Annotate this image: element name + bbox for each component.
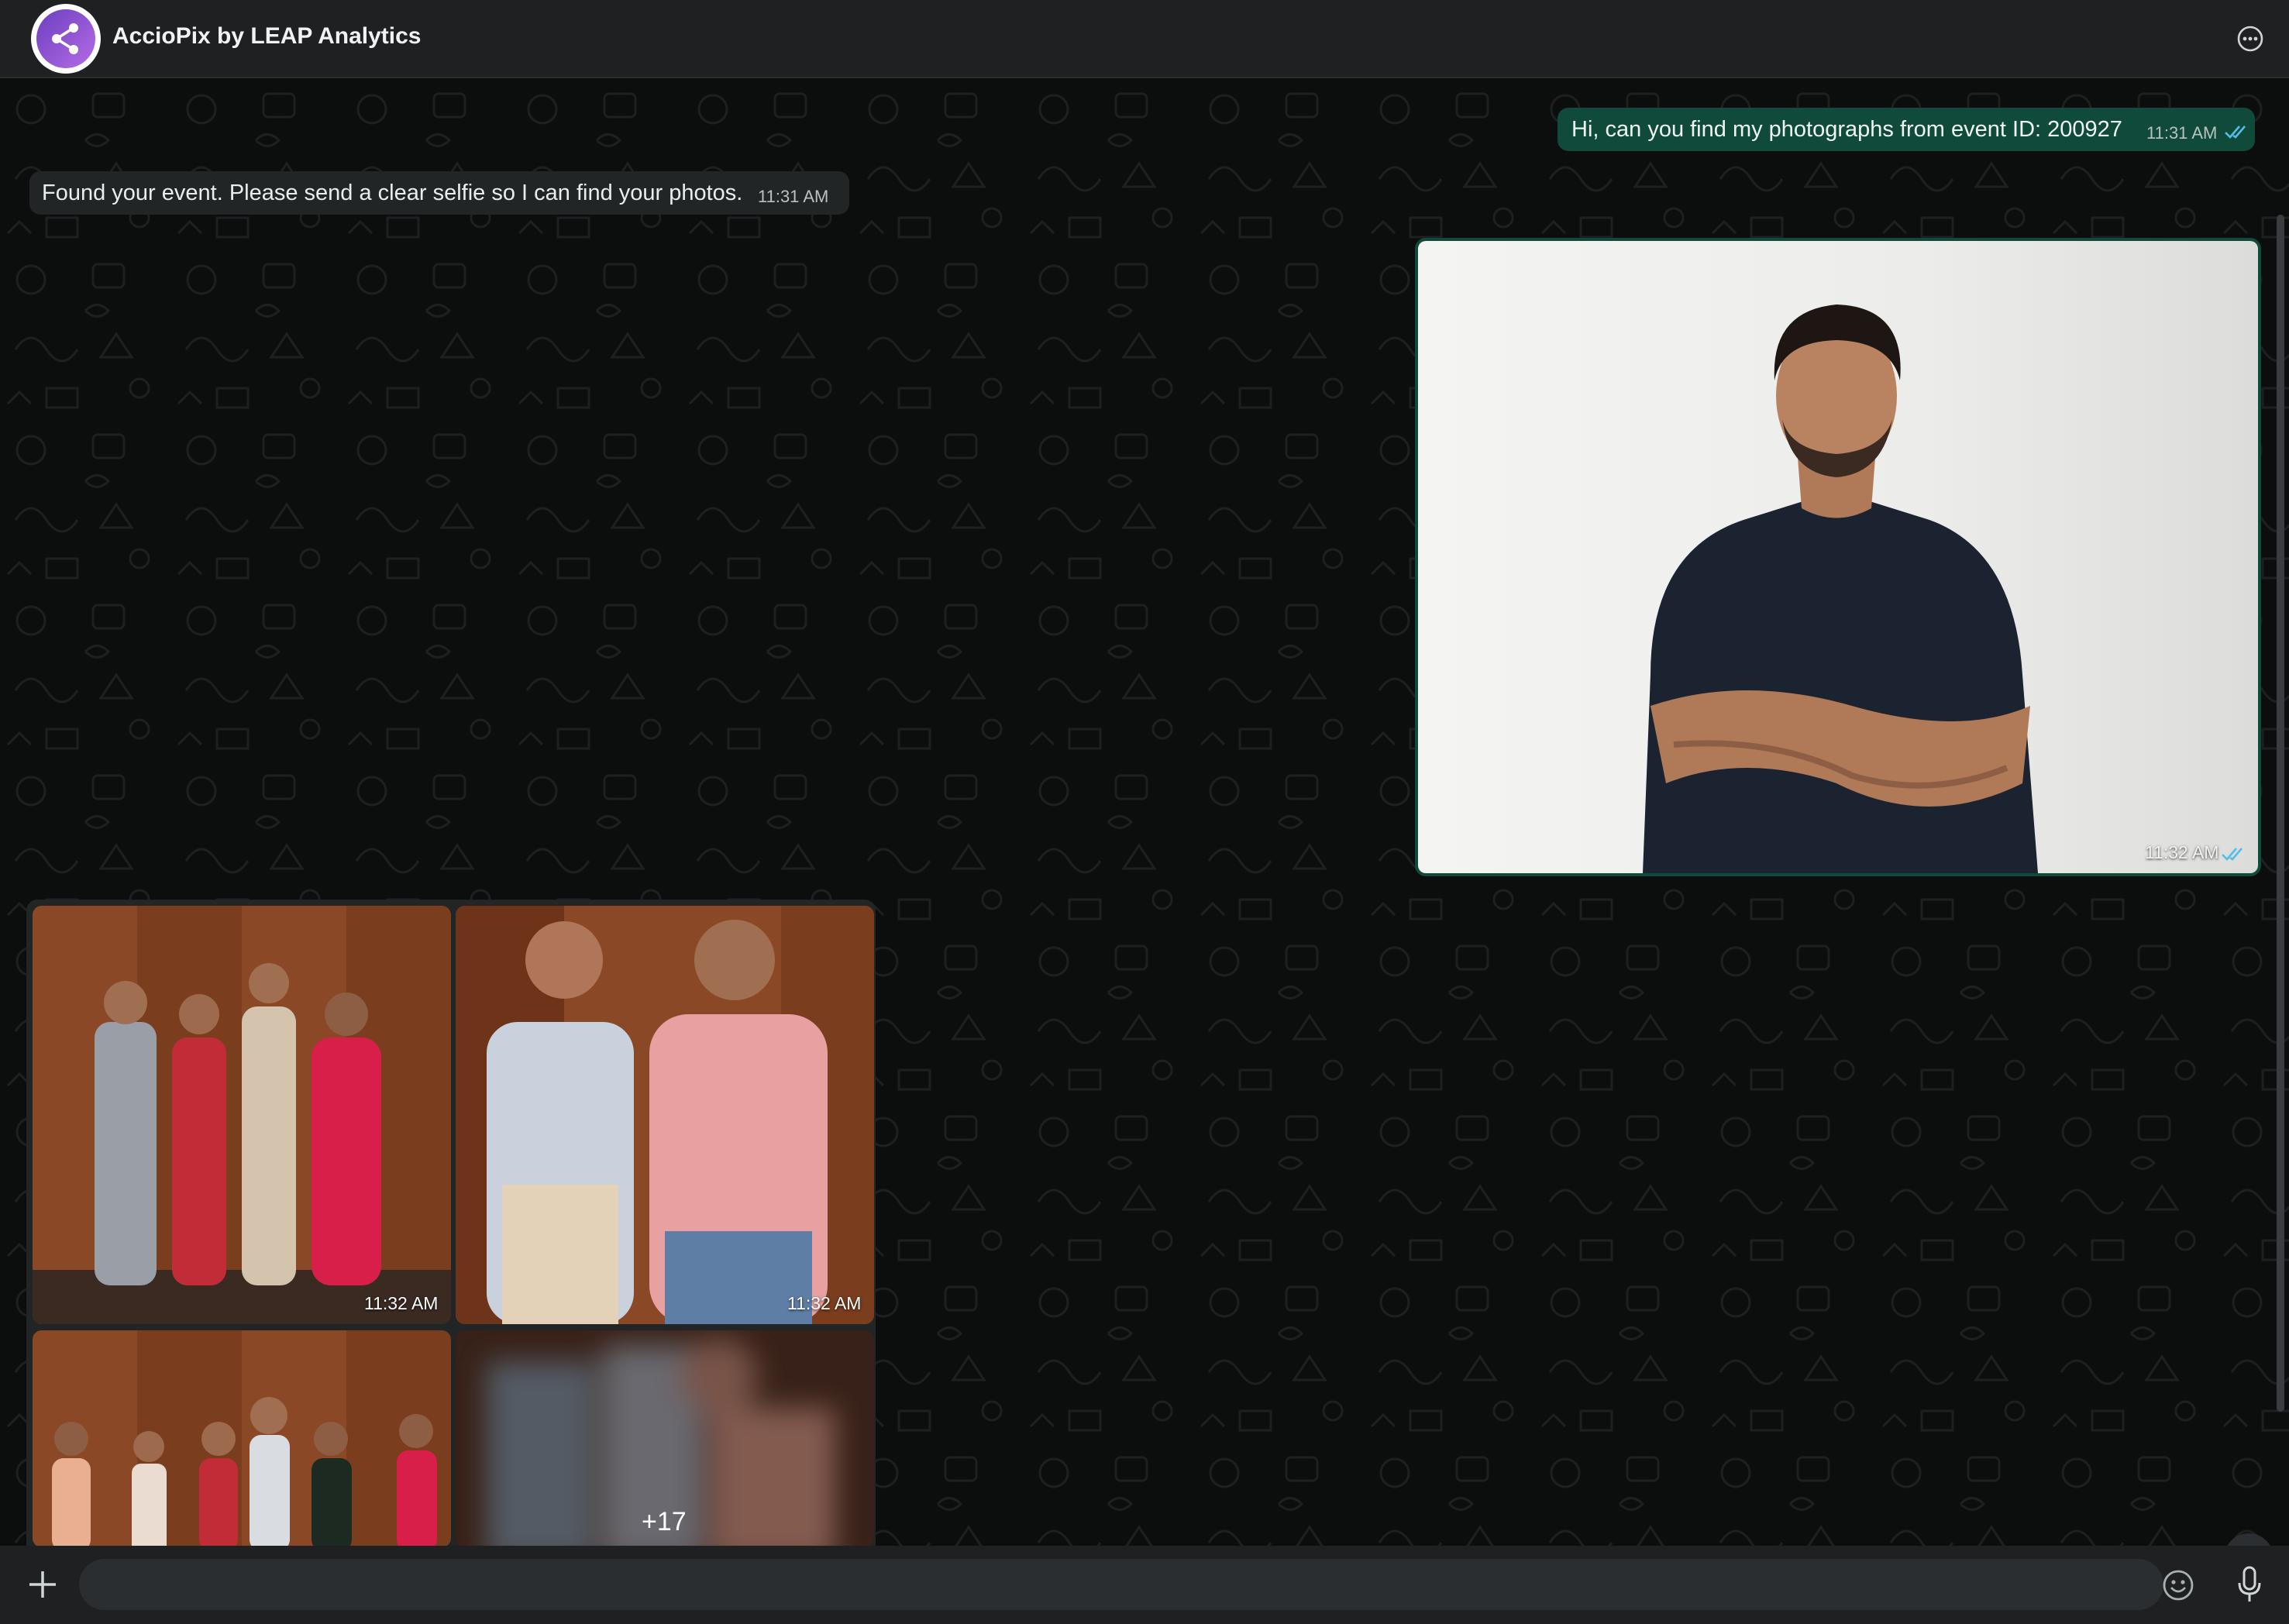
composer-bar	[0, 1546, 2289, 1624]
plus-icon[interactable]	[23, 1565, 62, 1604]
chat-title[interactable]: AccioPix by LEAP Analytics	[112, 23, 421, 50]
message-text: Hi, can you find my photographs from eve…	[1571, 117, 2122, 142]
read-ticks-icon	[2222, 848, 2243, 861]
album-more-photos[interactable]: +17	[456, 1330, 874, 1546]
duo-photo-image	[456, 906, 874, 1324]
family-photo-image	[33, 1330, 451, 1546]
photo-album-message[interactable]: 11:32 AM 11:32 AM +17	[26, 900, 876, 1546]
more-photos-count: +17	[642, 1507, 687, 1536]
more-options-icon[interactable]	[2236, 25, 2264, 53]
avatar[interactable]	[31, 4, 101, 74]
album-photo[interactable]: 11:32 AM	[33, 906, 451, 1324]
outgoing-message[interactable]: Hi, can you find my photographs from eve…	[1558, 108, 2255, 151]
group-photo-image	[33, 906, 451, 1324]
incoming-message[interactable]: Found your event. Please send a clear se…	[29, 171, 849, 215]
message-time: 11:31 AM	[2146, 123, 2218, 143]
image-time: 11:32 AM	[2145, 842, 2219, 862]
microphone-icon[interactable]	[2236, 1564, 2263, 1605]
message-text: Found your event. Please send a clear se…	[42, 181, 743, 205]
album-photo[interactable]	[33, 1330, 451, 1546]
message-time: 11:31 AM	[758, 187, 829, 206]
selfie-image-message[interactable]: 11:32 AM	[1415, 238, 2261, 876]
photo-time: 11:32 AM	[364, 1293, 439, 1313]
album-photo[interactable]: 11:32 AM	[456, 906, 874, 1324]
emoji-icon[interactable]	[2162, 1569, 2194, 1602]
chat-header: AccioPix by LEAP Analytics	[0, 0, 2289, 78]
photo-time: 11:32 AM	[787, 1293, 862, 1313]
selfie-photo	[1418, 241, 2258, 873]
chat-window: AccioPix by LEAP Analytics Hi, can you f…	[0, 0, 2289, 1624]
message-list[interactable]: Hi, can you find my photographs from eve…	[0, 78, 2289, 1546]
read-ticks-icon	[2225, 126, 2246, 139]
share-network-icon	[52, 23, 78, 54]
scrollbar[interactable]	[2277, 215, 2284, 1412]
message-input[interactable]	[79, 1559, 2163, 1610]
